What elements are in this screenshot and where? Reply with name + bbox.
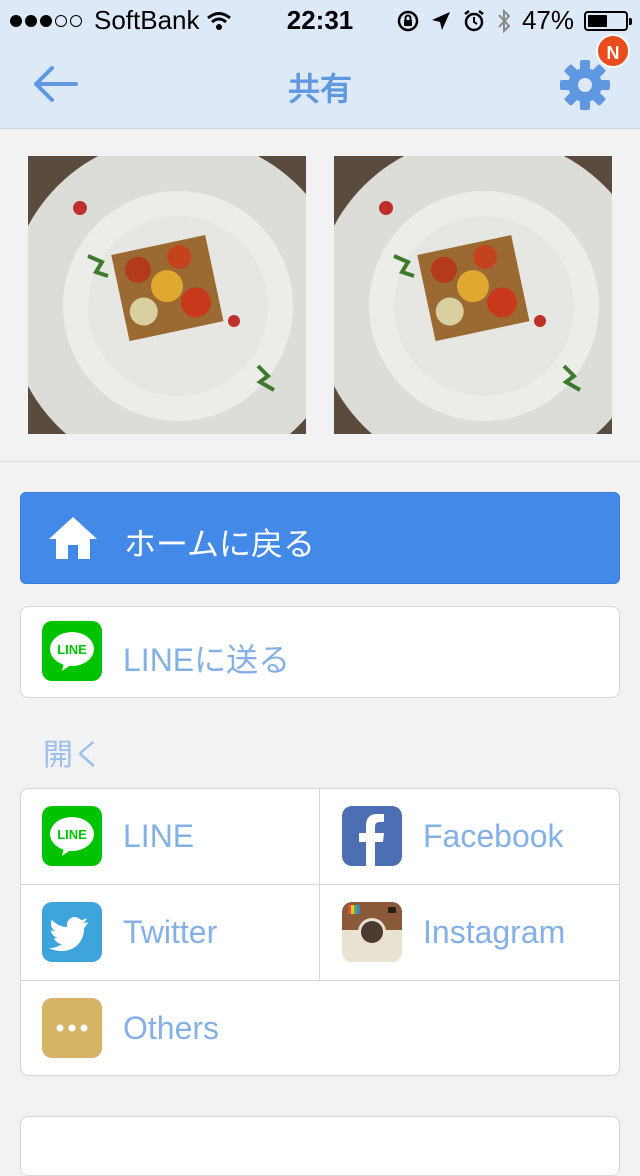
line-icon: LINE (42, 806, 102, 866)
more-dots-icon (42, 998, 102, 1058)
share-twitter-item[interactable]: Twitter (21, 885, 319, 980)
line-send-button[interactable]: LINE LINEに送る (20, 606, 620, 698)
food-plate-photo[interactable] (28, 156, 306, 434)
share-instagram-item[interactable]: Instagram (320, 885, 620, 980)
share-facebook-label: Facebook (423, 818, 564, 854)
page-title: 共有 (287, 71, 352, 107)
house-icon (49, 517, 97, 559)
share-line-label: LINE (123, 818, 195, 854)
battery-percent: 47% (521, 5, 574, 35)
notification-badge[interactable]: N (596, 34, 630, 68)
share-facebook-item[interactable]: Facebook (320, 789, 620, 884)
line-icon: LINE (42, 621, 102, 681)
navigation-bar: 共有 N (0, 34, 640, 129)
photo-preview-area (0, 129, 640, 462)
bottom-card (20, 1116, 620, 1176)
twitter-icon (42, 902, 102, 962)
svg-text:LINE: LINE (57, 827, 87, 842)
line-send-label: LINEに送る (123, 642, 291, 678)
alarm-icon (464, 9, 484, 31)
share-line-item[interactable]: LINE LINE (21, 789, 319, 884)
rotation-lock-icon (397, 10, 419, 31)
facebook-icon (342, 806, 402, 866)
battery-icon (584, 10, 632, 31)
share-others-item[interactable]: Others (21, 981, 619, 1076)
bluetooth-icon (498, 8, 511, 33)
food-plate-photo[interactable] (334, 156, 612, 434)
home-button-label: ホームに戻る (124, 526, 316, 562)
share-grid: LINE LINE Facebook Twitter Instagram Oth… (20, 788, 620, 1076)
gear-icon[interactable] (558, 58, 612, 112)
share-twitter-label: Twitter (123, 914, 218, 950)
share-instagram-label: Instagram (423, 914, 566, 950)
share-others-label: Others (123, 1010, 220, 1046)
home-button[interactable]: ホームに戻る (20, 492, 620, 584)
svg-text:LINE: LINE (57, 642, 87, 657)
instagram-icon (342, 902, 402, 962)
open-section-title: 開く (43, 739, 103, 772)
status-bar: SoftBank 22:31 47% (0, 0, 640, 40)
status-icons: 47% (396, 5, 632, 36)
location-arrow-icon (431, 11, 450, 30)
